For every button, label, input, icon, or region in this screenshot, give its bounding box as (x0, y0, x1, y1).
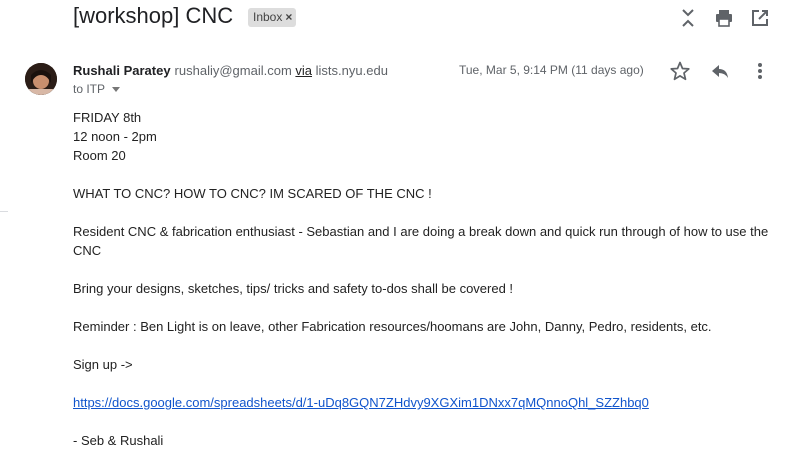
body-line: Sign up -> (73, 357, 133, 372)
recipients[interactable]: to ITP (73, 82, 121, 96)
recipients-text: to ITP (73, 82, 106, 96)
inbox-label-text: Inbox (253, 10, 283, 24)
sender-avatar[interactable] (25, 63, 57, 95)
email-date: Tue, Mar 5, 9:14 PM (11 days ago) (459, 63, 644, 77)
email-body: FRIDAY 8th 12 noon - 2pm Room 20 WHAT TO… (73, 108, 778, 450)
body-line: Resident CNC & fabrication enthusiast - … (73, 224, 769, 258)
show-details-caret-icon[interactable] (112, 87, 121, 93)
divider (0, 211, 8, 212)
signature: - Seb & Rushali (73, 433, 164, 448)
body-line: Bring your designs, sketches, tips/ tric… (73, 281, 514, 296)
sender-name[interactable]: Rushali Paratey (73, 63, 171, 78)
print-icon[interactable] (714, 8, 734, 28)
body-line: Reminder : Ben Light is on leave, other … (73, 319, 712, 334)
via-link[interactable]: via (295, 63, 312, 78)
sender-line: Rushali Paratey rushaliy@gmail.com via li… (73, 63, 388, 78)
body-line: 12 noon - 2pm (73, 129, 157, 144)
body-line: WHAT TO CNC? HOW TO CNC? IM SCARED OF TH… (73, 186, 432, 201)
avatar-photo (25, 63, 57, 95)
inbox-label[interactable]: Inbox × (248, 8, 297, 27)
mailing-list: lists.nyu.edu (315, 63, 388, 78)
body-line: FRIDAY 8th (73, 110, 142, 125)
collapse-all-icon[interactable] (678, 8, 698, 28)
signup-link-row: https://docs.google.com/spreadsheets/d/1… (73, 393, 778, 412)
star-icon[interactable] (669, 60, 691, 82)
email-subject: [workshop] CNC (73, 3, 234, 28)
more-vert-icon[interactable] (749, 60, 771, 82)
remove-label-icon[interactable]: × (285, 10, 292, 24)
sender-email: rushaliy@gmail.com (174, 63, 292, 78)
reply-icon[interactable] (709, 60, 731, 82)
body-line: Room 20 (73, 148, 126, 163)
open-new-window-icon[interactable] (750, 8, 770, 28)
signup-link[interactable]: https://docs.google.com/spreadsheets/d/1… (73, 395, 649, 410)
